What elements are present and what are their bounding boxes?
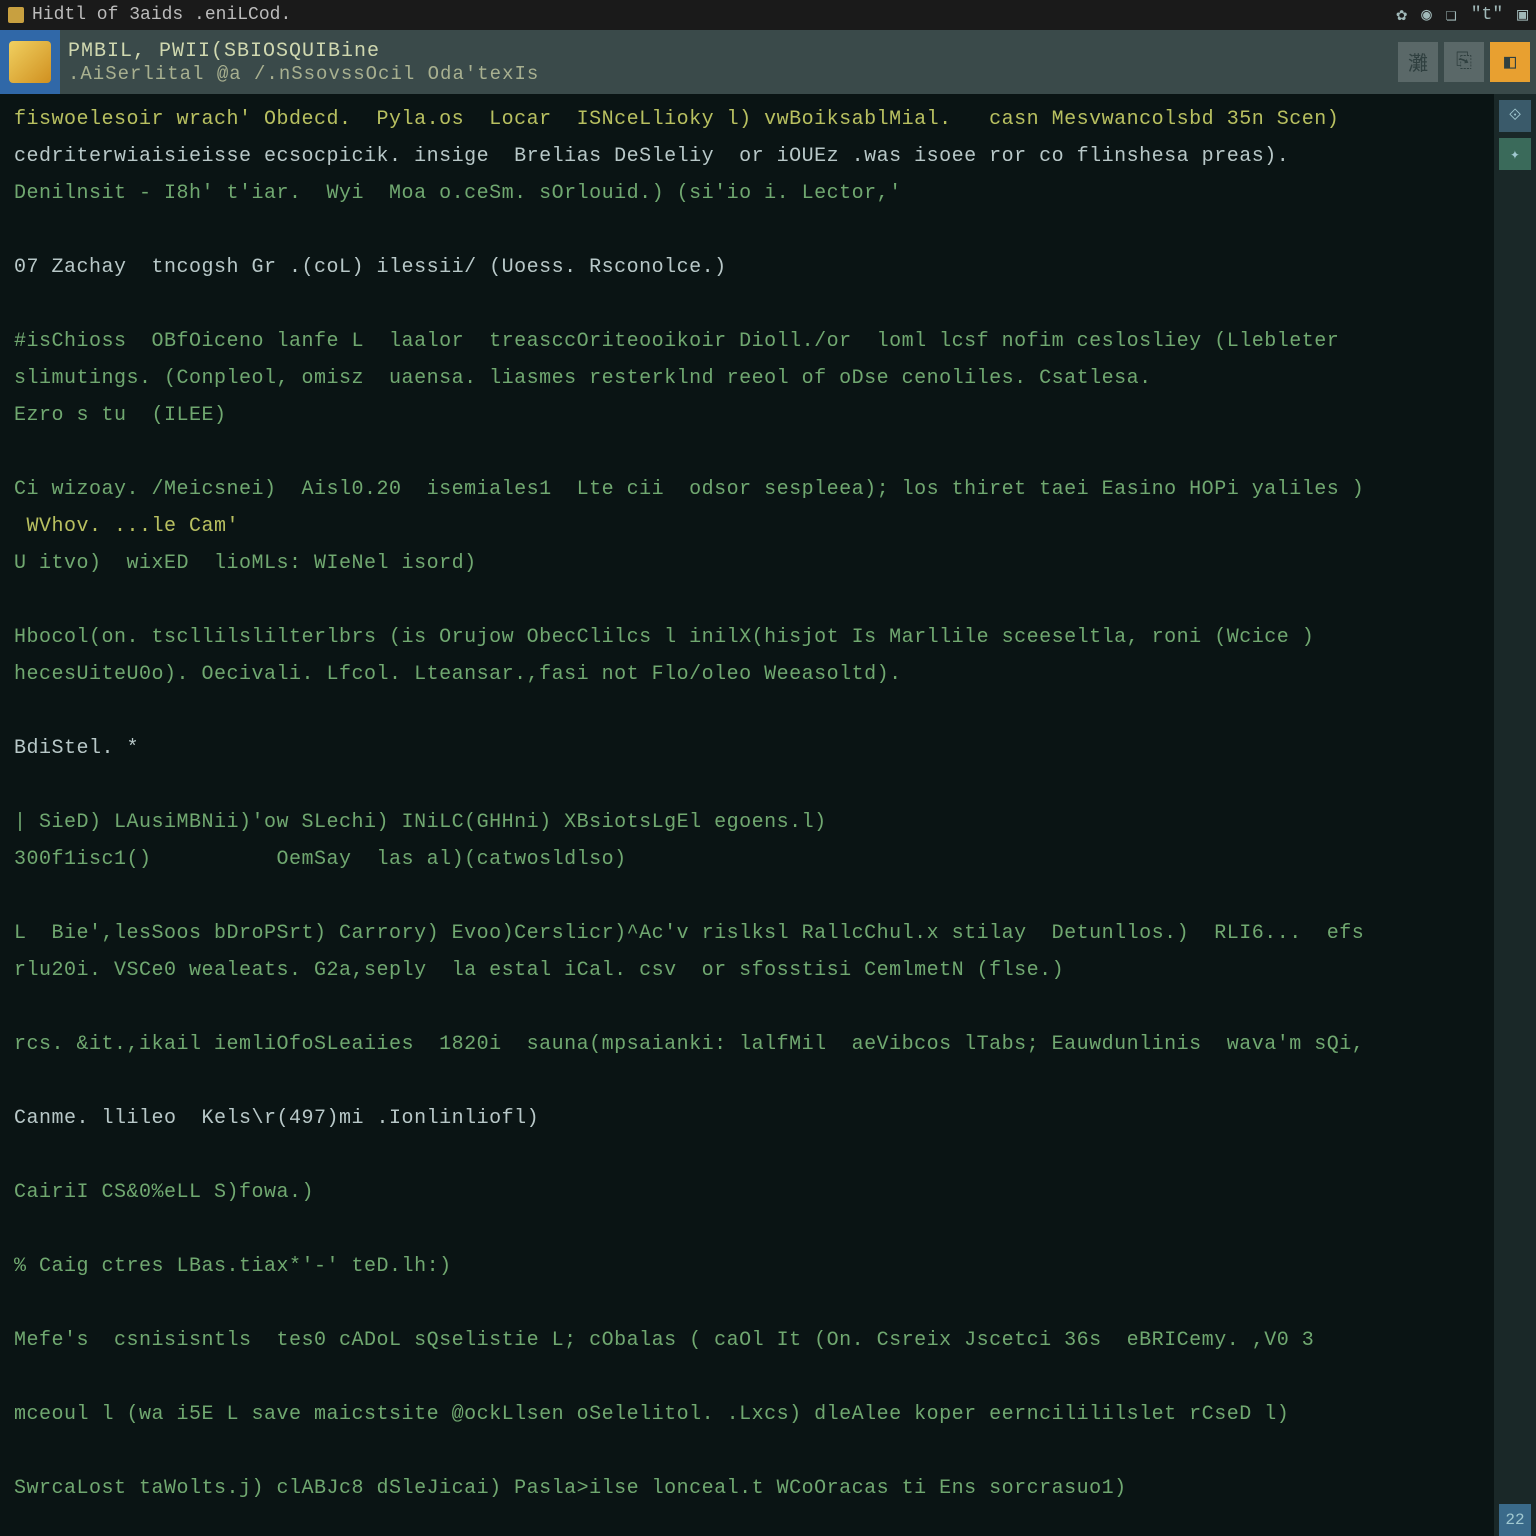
code-line — [14, 1214, 1480, 1245]
code-line: slimutings. (Conpleol, omisz uaensa. lia… — [14, 363, 1480, 394]
code-line: #isChioss OBfOiceno lanfe L laalor treas… — [14, 326, 1480, 357]
code-line — [14, 1140, 1480, 1171]
tray-icon-gear[interactable]: ✿ — [1396, 4, 1407, 26]
editor-content[interactable]: fiswoelesoir wrach' Obdecd. Pyla.os Loca… — [0, 94, 1494, 1536]
code-line: Mefe's csnisisntls tes0 cADoL sQselistie… — [14, 1325, 1480, 1356]
code-line: 07 Zachay tncogsh Gr .(coL) ilessii/ (Uo… — [14, 252, 1480, 283]
code-line: | SieD) LAusiMBNii)'ow SLechi) INiLC(GHH… — [14, 807, 1480, 838]
code-line: Hbocol(on. tscllilslilterlbrs (is Orujow… — [14, 622, 1480, 653]
toolbar-button-1[interactable]: 灘 — [1398, 42, 1438, 82]
app-icon — [8, 7, 24, 23]
code-line — [14, 696, 1480, 727]
code-line: fiswoelesoir wrach' Obdecd. Pyla.os Loca… — [14, 104, 1480, 135]
code-line — [14, 585, 1480, 616]
code-line: hecesUiteU0o). Oecivali. Lfcol. Lteansar… — [14, 659, 1480, 690]
code-line: CairiI CS&0%eLL S)fowa.) — [14, 1177, 1480, 1208]
code-line — [14, 881, 1480, 912]
tab-subtitle: .AiSerlital @a /.nSsovssOcil Oda'texIs — [68, 63, 1398, 85]
code-line: cedriterwiaisieisse ecsocpicik. insige B… — [14, 141, 1480, 172]
code-line — [14, 770, 1480, 801]
code-line: 300f1isc1() OemSay las al)(catwosldlso) — [14, 844, 1480, 875]
code-line: SwrcaLost taWolts.j) clABJc8 dSleJicai) … — [14, 1473, 1480, 1504]
code-line: U itvo) wixED lioMLs: WIeNel isord) — [14, 548, 1480, 579]
toolbar-button-2[interactable]: ⎘ — [1444, 42, 1484, 82]
code-line: WVhov. ...le Cam' — [14, 511, 1480, 542]
tray-icon-globe[interactable]: ◉ — [1421, 4, 1432, 26]
code-line: % Caig ctres LBas.tiax*'-' teD.lh:) — [14, 1251, 1480, 1282]
code-line: BdiStel. * — [14, 733, 1480, 764]
title-bar: Hidtl of 3aids .eniLCod. ✿ ◉ ❏ "t" ▣ — [0, 0, 1536, 30]
window-title: Hidtl of 3aids .eniLCod. — [32, 5, 291, 25]
tab-file-icon[interactable] — [0, 30, 60, 94]
tray-icon-quote[interactable]: "t" — [1471, 5, 1503, 25]
code-line — [14, 215, 1480, 246]
tab-bar: PMBIL, PWII(SBIOSQUIBine .AiSerlital @a … — [0, 30, 1536, 94]
code-line: rcs. &it.,ikail iemliOfoSLeaiies 1820i s… — [14, 1029, 1480, 1060]
right-sidebar: ⟐ ✦ 22 — [1494, 94, 1536, 1536]
file-icon — [9, 41, 51, 83]
tab-title: PMBIL, PWII(SBIOSQUIBine — [68, 40, 1398, 63]
code-line — [14, 289, 1480, 320]
tray-icon-box[interactable]: ▣ — [1517, 4, 1528, 26]
code-line — [14, 1288, 1480, 1319]
code-line: Denilnsit - I8h' t'iar. Wyi Moa o.ceSm. … — [14, 178, 1480, 209]
code-line — [14, 992, 1480, 1023]
code-line — [14, 1362, 1480, 1393]
code-line — [14, 1066, 1480, 1097]
code-line: mceoul l (wa i5E L save maicstsite @ockL… — [14, 1399, 1480, 1430]
sidebar-badge[interactable]: 22 — [1499, 1504, 1531, 1536]
sidebar-button-1[interactable]: ⟐ — [1499, 100, 1531, 132]
tray-icon-shield[interactable]: ❏ — [1446, 4, 1457, 26]
tab-label-area[interactable]: PMBIL, PWII(SBIOSQUIBine .AiSerlital @a … — [60, 30, 1398, 94]
toolbar-button-3[interactable]: ◧ — [1490, 42, 1530, 82]
code-line: Ezro s tu (ILEE) — [14, 400, 1480, 431]
code-line: L Bie',lesSoos bDroPSrt) Carrory) Evoo)C… — [14, 918, 1480, 949]
sidebar-button-2[interactable]: ✦ — [1499, 138, 1531, 170]
code-line — [14, 1436, 1480, 1467]
system-tray: ✿ ◉ ❏ "t" ▣ — [1396, 4, 1528, 26]
code-line: Canme. llileo Kels\r(497)mi .Ionlinliofl… — [14, 1103, 1480, 1134]
code-line: rlu20i. VSCe0 wealeats. G2a,seply la est… — [14, 955, 1480, 986]
code-line: Ci wizoay. /Meicsnei) Aisl0.20 isemiales… — [14, 474, 1480, 505]
code-line — [14, 1510, 1480, 1536]
code-line — [14, 437, 1480, 468]
